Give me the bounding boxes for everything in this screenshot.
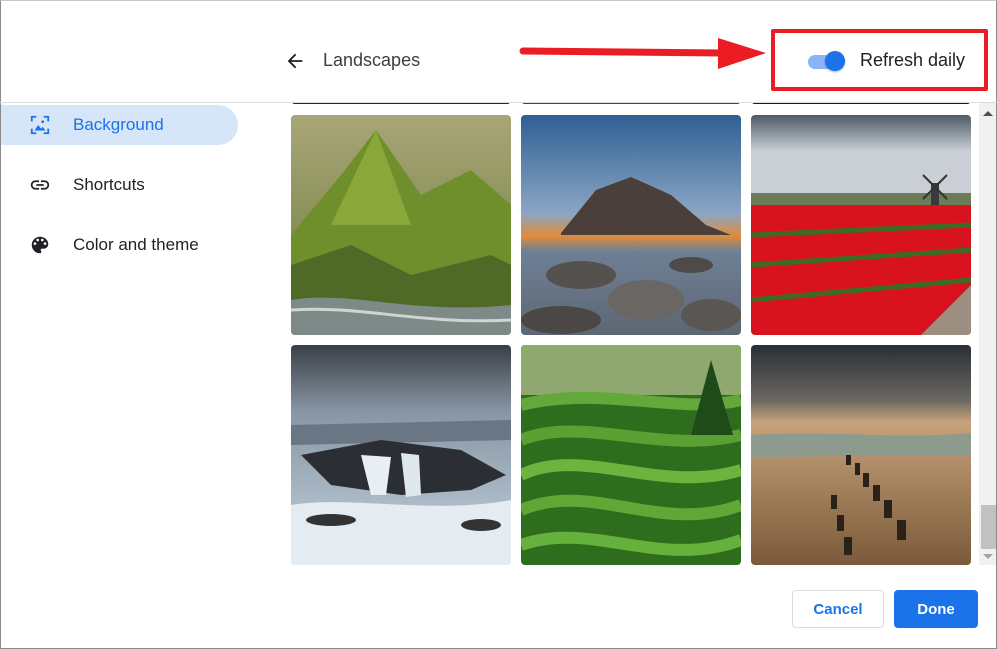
link-icon <box>30 180 50 190</box>
sidebar-item-shortcuts[interactable]: Shortcuts <box>1 165 241 205</box>
sidebar: Background Shortcuts Color and theme <box>1 105 241 285</box>
sidebar-item-background[interactable]: Background <box>1 105 238 145</box>
image-tile-tulips[interactable] <box>751 115 971 335</box>
annotation-arrow <box>519 38 766 69</box>
sidebar-item-color-and-theme[interactable]: Color and theme <box>1 225 241 265</box>
sidebar-item-label: Background <box>73 115 164 134</box>
done-button[interactable]: Done <box>894 590 978 628</box>
gallery-scrollbar[interactable] <box>979 103 996 565</box>
image-tile-mountain[interactable] <box>291 115 511 335</box>
landscape-image <box>751 345 971 565</box>
image-tile-sinkhole[interactable] <box>291 345 511 565</box>
refresh-daily-label: Refresh daily <box>860 50 966 70</box>
refresh-daily-toggle[interactable] <box>806 50 846 72</box>
toggle-knob <box>825 51 845 71</box>
page-title: Landscapes <box>323 50 421 70</box>
image-frame-icon <box>30 115 50 135</box>
scroll-up-arrow-icon[interactable] <box>983 111 993 116</box>
image-tile-partial[interactable] <box>751 103 971 104</box>
back-button[interactable] <box>284 50 306 72</box>
landscape-image <box>521 115 741 335</box>
image-tile-partial[interactable] <box>291 103 511 104</box>
scroll-down-arrow-icon[interactable] <box>983 554 993 559</box>
cancel-button[interactable]: Cancel <box>792 590 884 628</box>
image-tile-coast-rock[interactable] <box>521 115 741 335</box>
landscape-image <box>751 115 971 335</box>
arrow-left-icon <box>287 53 303 69</box>
landscape-image <box>291 115 511 335</box>
sidebar-item-label: Color and theme <box>73 235 199 254</box>
image-gallery <box>280 103 978 565</box>
image-tile-beach-pier[interactable] <box>751 345 971 565</box>
sidebar-item-label: Shortcuts <box>73 175 145 194</box>
landscape-image <box>291 345 511 565</box>
palette-icon <box>31 236 49 254</box>
landscape-image <box>521 345 741 565</box>
image-tile-partial[interactable] <box>521 103 741 104</box>
image-tile-tea-terraces[interactable] <box>521 345 741 565</box>
scrollbar-thumb[interactable] <box>981 505 996 549</box>
